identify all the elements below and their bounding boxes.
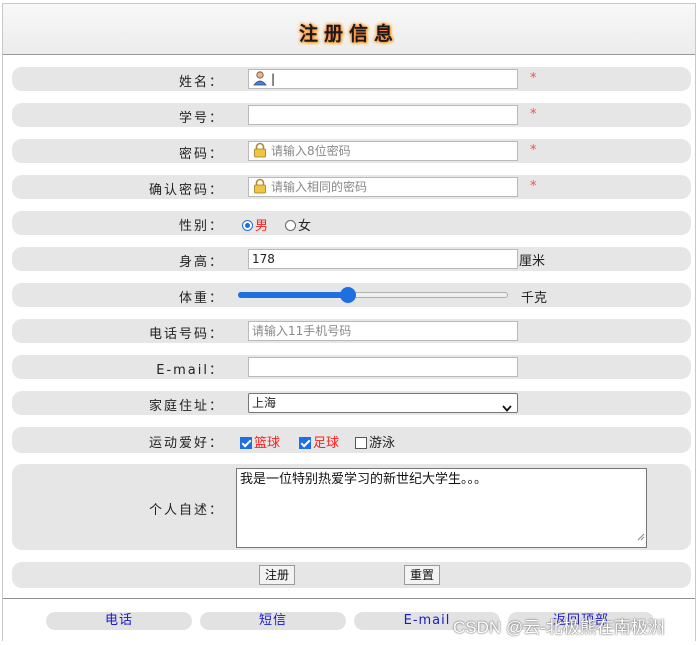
required-star: * bbox=[530, 179, 537, 194]
row-height: 身高： 178 厘米 bbox=[12, 247, 691, 271]
hobby-basketball[interactable]: 篮球 bbox=[240, 432, 280, 451]
register-button[interactable]: 注册 bbox=[259, 565, 296, 585]
confirm-password-label: 确认密码： bbox=[148, 183, 224, 198]
row-gender: 性别： 男 女 bbox=[12, 211, 691, 235]
height-unit: 厘米 bbox=[519, 254, 546, 269]
radio-male[interactable] bbox=[242, 220, 253, 231]
slider-thumb[interactable] bbox=[340, 287, 356, 303]
hobby-football[interactable]: 足球 bbox=[299, 432, 339, 451]
footer-link-sms[interactable]: 短信 bbox=[200, 612, 346, 630]
address-label: 家庭住址： bbox=[148, 399, 224, 414]
row-hobbies: 运动爱好： 篮球 足球 游泳 bbox=[12, 427, 691, 453]
height-label: 身高： bbox=[178, 255, 224, 270]
required-star: * bbox=[530, 107, 537, 122]
row-buttons: 注册 重置 bbox=[12, 562, 691, 588]
row-weight: 体重： 千克 bbox=[12, 283, 691, 307]
footer-link-phone[interactable]: 电话 bbox=[46, 612, 192, 630]
password-label: 密码： bbox=[178, 147, 224, 162]
row-phone: 电话号码： 请输入11手机号码 bbox=[12, 319, 691, 343]
chevron-down-icon bbox=[502, 399, 512, 412]
weight-unit: 千克 bbox=[521, 291, 548, 306]
radio-female[interactable] bbox=[285, 220, 296, 231]
phone-input[interactable]: 请输入11手机号码 bbox=[248, 321, 518, 341]
footer-divider bbox=[3, 598, 695, 599]
weight-slider[interactable] bbox=[238, 287, 508, 303]
name-input[interactable]: | bbox=[248, 69, 518, 89]
height-input[interactable]: 178 bbox=[248, 249, 518, 269]
checkbox-football[interactable] bbox=[299, 437, 311, 449]
required-star: * bbox=[530, 71, 537, 86]
gender-label: 性别： bbox=[178, 219, 224, 234]
weight-label: 体重： bbox=[178, 291, 224, 306]
row-email: E-mail： bbox=[12, 355, 691, 379]
form-header: 注册信息 bbox=[3, 4, 695, 55]
student-id-input[interactable] bbox=[248, 105, 518, 125]
phone-label: 电话号码： bbox=[148, 327, 224, 342]
user-icon bbox=[252, 70, 268, 86]
row-confirm-password: 确认密码： 请输入相同的密码 * bbox=[12, 175, 691, 199]
page-title: 注册信息 bbox=[298, 23, 399, 45]
lock-icon bbox=[252, 142, 268, 158]
name-label: 姓名： bbox=[178, 75, 224, 90]
watermark-text: CSDN @云-北极熊在南极洲 bbox=[453, 618, 665, 637]
email-input[interactable] bbox=[248, 357, 518, 377]
slider-fill bbox=[238, 292, 348, 298]
reset-button[interactable]: 重置 bbox=[404, 565, 441, 585]
gender-female-option[interactable]: 女 bbox=[285, 215, 311, 234]
student-id-label: 学号： bbox=[178, 111, 224, 126]
checkbox-basketball[interactable] bbox=[240, 437, 252, 449]
bio-textarea[interactable]: 我是一位特别热爱学习的新世纪大学生。。。 bbox=[236, 468, 647, 548]
row-address: 家庭住址： 上海 bbox=[12, 391, 691, 415]
address-select[interactable]: 上海 bbox=[248, 393, 518, 413]
row-student-id: 学号： * bbox=[12, 103, 691, 127]
password-input[interactable]: 请输入8位密码 bbox=[248, 141, 518, 161]
checkbox-swimming[interactable] bbox=[355, 437, 367, 449]
lock-icon bbox=[252, 178, 268, 194]
row-password: 密码： 请输入8位密码 * bbox=[12, 139, 691, 163]
resize-handle-icon[interactable] bbox=[636, 529, 645, 546]
email-label: E-mail： bbox=[156, 363, 224, 378]
bio-label: 个人自述： bbox=[148, 503, 224, 518]
hobby-swimming[interactable]: 游泳 bbox=[355, 432, 395, 451]
confirm-password-input[interactable]: 请输入相同的密码 bbox=[248, 177, 518, 197]
hobbies-label: 运动爱好： bbox=[148, 436, 224, 451]
row-name: 姓名： | * bbox=[12, 67, 691, 91]
row-bio: 个人自述： 我是一位特别热爱学习的新世纪大学生。。。 bbox=[12, 464, 691, 550]
gender-male-option[interactable]: 男 bbox=[242, 215, 268, 234]
required-star: * bbox=[530, 143, 537, 158]
